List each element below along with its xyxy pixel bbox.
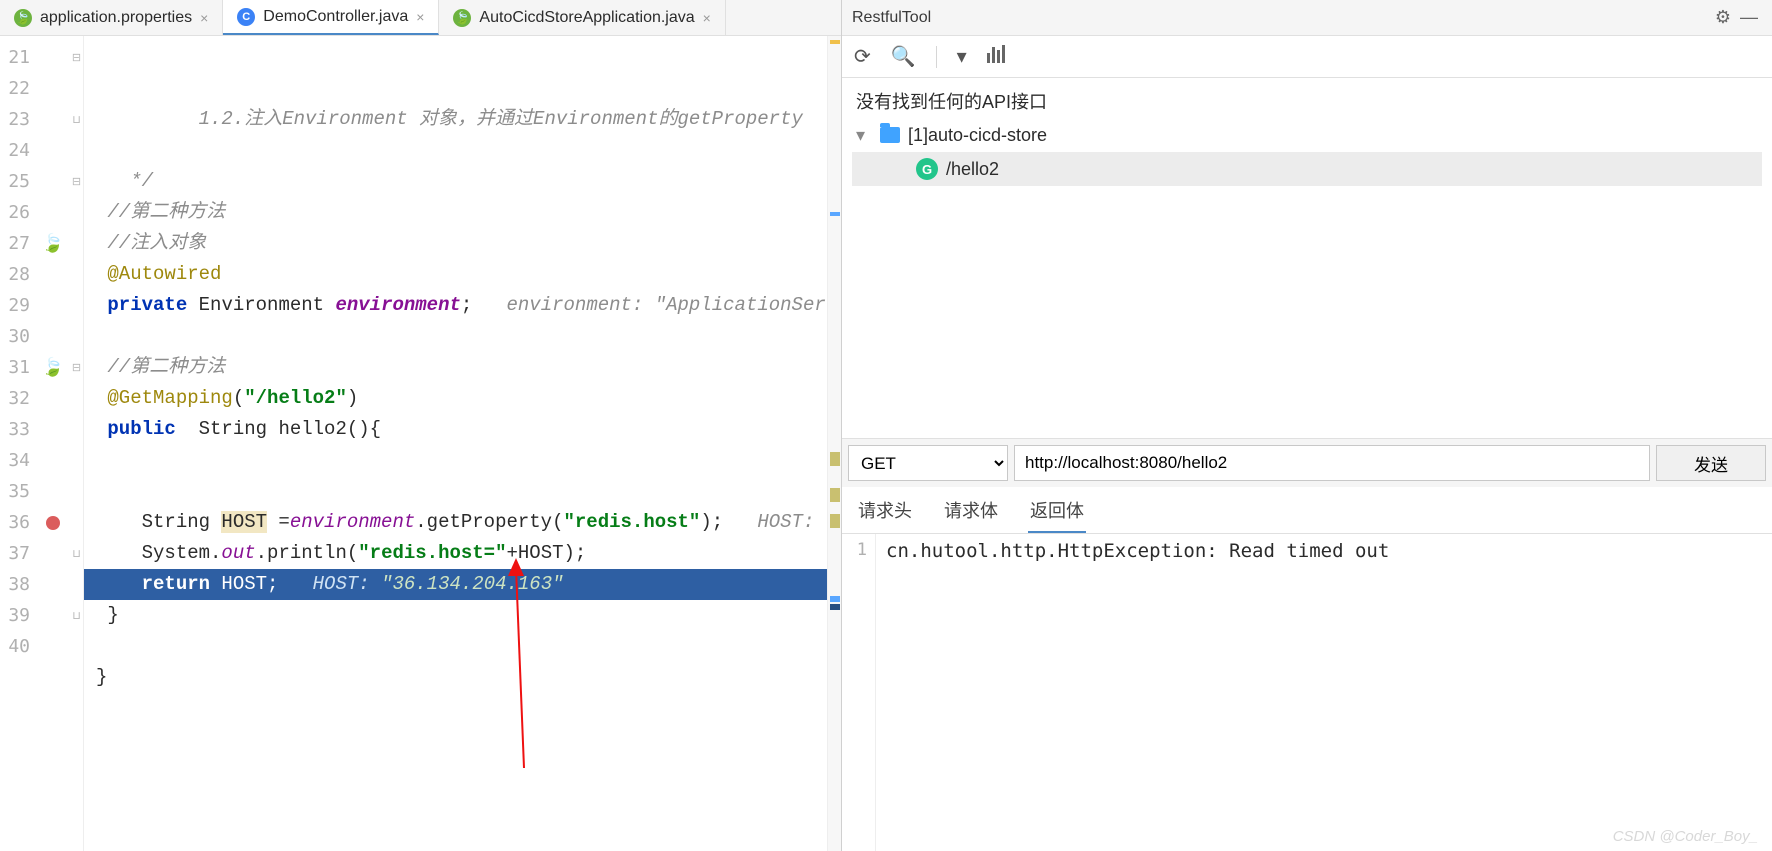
editor-tabs: 🍃 application.properties × C DemoController.… [0, 0, 841, 36]
restful-tool-pane: RestfulTool ⚙ — ⟳ 🔍 ▾ 没有找到任何的API接口 ▾ [1]a… [842, 0, 1772, 851]
minimap[interactable] [827, 36, 841, 851]
code-line[interactable]: System.out.println("redis.host="+HOST); [96, 538, 841, 569]
breakpoint-icon[interactable] [36, 507, 70, 538]
fold-handle [70, 631, 83, 662]
fold-handle [70, 259, 83, 290]
code-line[interactable]: String HOST =environment.getProperty("re… [96, 507, 841, 538]
close-icon[interactable]: × [200, 10, 208, 26]
close-icon[interactable]: × [416, 9, 424, 25]
fold-handle [70, 135, 83, 166]
code-line[interactable]: @Autowired [96, 259, 841, 290]
file-type-icon: 🍃 [14, 9, 32, 27]
response-tab[interactable]: 请求头 [856, 493, 914, 533]
editor-pane: 🍃 application.properties × C DemoController.… [0, 0, 842, 851]
code-line[interactable]: //第二种方法 [96, 197, 841, 228]
fold-handle [70, 445, 83, 476]
refresh-icon[interactable]: ⟳ [854, 44, 871, 69]
minimize-icon[interactable]: — [1736, 7, 1762, 28]
close-icon[interactable]: × [703, 10, 711, 26]
code-line[interactable] [96, 631, 841, 662]
fold-handle [70, 197, 83, 228]
spring-run-icon[interactable]: 🍃 [36, 352, 70, 383]
fold-gutter: ⊟ ⊔ ⊟ ⊟ ⊔ ⊔ [70, 36, 84, 851]
fold-handle [70, 507, 83, 538]
url-input[interactable] [1014, 445, 1650, 481]
gear-icon[interactable]: ⚙ [1710, 7, 1736, 28]
code-line[interactable] [96, 321, 841, 352]
fold-handle [70, 476, 83, 507]
editor-body: 2122232425262728293031323334353637383940… [0, 36, 841, 851]
tree-empty-msg: 没有找到任何的API接口 [852, 84, 1762, 118]
code-line[interactable]: } [96, 600, 841, 631]
code-line[interactable] [96, 135, 841, 166]
api-tree: 没有找到任何的API接口 ▾ [1]auto-cicd-store G/hello2 [842, 78, 1772, 438]
file-type-icon: 🍃 [453, 9, 471, 27]
editor-tab[interactable]: 🍃 AutoCicdStoreApplication.java × [439, 0, 725, 35]
stats-icon[interactable] [987, 45, 1007, 69]
response-tab[interactable]: 请求体 [942, 493, 1000, 533]
fold-handle [70, 73, 83, 104]
fold-handle[interactable]: ⊔ [70, 600, 83, 631]
request-bar: GETPOSTPUTDELETEPATCH 发送 [842, 438, 1772, 487]
tree-folder-row[interactable]: ▾ [1]auto-cicd-store [852, 118, 1762, 152]
fold-handle[interactable]: ⊟ [70, 42, 83, 73]
tree-label: /hello2 [946, 159, 999, 180]
code-area[interactable]: 1.2.注入Environment 对象，并通过Environment的getP… [84, 36, 841, 851]
fold-handle [70, 290, 83, 321]
tree-label: [1]auto-cicd-store [908, 125, 1047, 146]
code-line[interactable]: //第二种方法 [96, 352, 841, 383]
response-text[interactable]: cn.hutool.http.HttpException: Read timed… [876, 534, 1772, 851]
fold-handle [70, 228, 83, 259]
icon-gutter: 🍃🍃 [36, 36, 70, 851]
code-line[interactable] [96, 693, 841, 724]
file-type-icon: C [237, 8, 255, 26]
tool-header: RestfulTool ⚙ — [842, 0, 1772, 36]
line-number-gutter: 2122232425262728293031323334353637383940 [0, 36, 36, 851]
search-icon[interactable]: 🔍 [891, 44, 916, 69]
tab-label: application.properties [40, 9, 192, 27]
fold-handle[interactable]: ⊔ [70, 104, 83, 135]
response-line-gutter: 1 [842, 534, 876, 851]
code-line[interactable]: //注入对象 [96, 228, 841, 259]
separator [936, 46, 937, 68]
fold-handle[interactable]: ⊟ [70, 352, 83, 383]
filter-icon[interactable]: ▾ [957, 44, 967, 69]
http-method-badge: G [916, 158, 938, 180]
response-body: 1 cn.hutool.http.HttpException: Read tim… [842, 533, 1772, 851]
send-button[interactable]: 发送 [1656, 445, 1766, 481]
code-line[interactable]: 1.2.注入Environment 对象，并通过Environment的getP… [96, 104, 841, 135]
fold-handle [70, 383, 83, 414]
fold-handle[interactable]: ⊔ [70, 538, 83, 569]
code-line[interactable]: @GetMapping("/hello2") [96, 383, 841, 414]
response-tab[interactable]: 返回体 [1028, 493, 1086, 533]
fold-handle [70, 414, 83, 445]
code-line[interactable]: } [96, 662, 841, 693]
code-line[interactable]: */ [96, 166, 841, 197]
editor-tab[interactable]: 🍃 application.properties × [0, 0, 223, 35]
tree-endpoint-row[interactable]: G/hello2 [852, 152, 1762, 186]
code-line[interactable] [96, 445, 841, 476]
code-line[interactable]: private Environment environment; environ… [96, 290, 841, 321]
folder-icon [880, 127, 900, 143]
fold-handle [70, 569, 83, 600]
code-line[interactable]: public String hello2(){ [96, 414, 841, 445]
fold-handle [70, 321, 83, 352]
chevron-down-icon[interactable]: ▾ [856, 125, 872, 146]
editor-tab[interactable]: C DemoController.java × [223, 0, 439, 35]
code-line[interactable]: return HOST; HOST: "36.134.204.163" [84, 569, 841, 600]
response-tabs: 请求头请求体返回体 [842, 487, 1772, 533]
code-line[interactable] [96, 476, 841, 507]
tab-label: AutoCicdStoreApplication.java [479, 9, 694, 27]
spring-icon[interactable]: 🍃 [36, 228, 70, 259]
fold-handle[interactable]: ⊟ [70, 166, 83, 197]
method-select[interactable]: GETPOSTPUTDELETEPATCH [848, 445, 1008, 481]
tool-toolbar: ⟳ 🔍 ▾ [842, 36, 1772, 78]
tab-label: DemoController.java [263, 8, 408, 26]
tool-title: RestfulTool [852, 9, 1710, 27]
